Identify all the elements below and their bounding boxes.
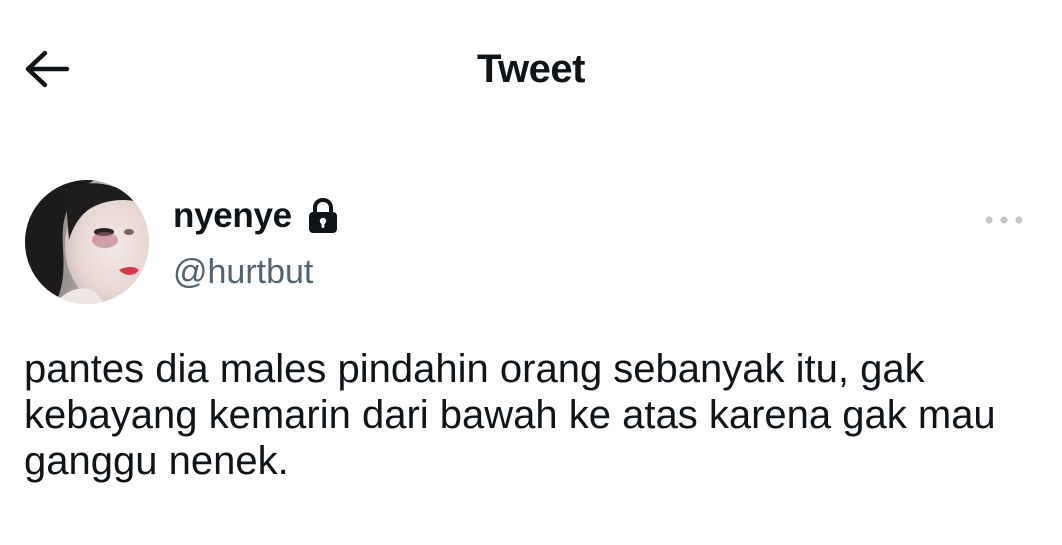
page-title: Tweet [477, 47, 585, 91]
avatar-image [25, 180, 149, 304]
display-name[interactable]: nyenye [173, 194, 292, 238]
more-options-button[interactable] [980, 208, 1028, 232]
top-bar: Tweet [0, 0, 1062, 140]
lock-icon [306, 197, 340, 235]
more-horizontal-icon [985, 216, 1023, 224]
tweet-text: pantes dia males pindahin orang sebanyak… [24, 347, 996, 483]
avatar[interactable] [25, 180, 149, 304]
author-name-row: nyenye [173, 192, 340, 240]
author-handle[interactable]: @hurtbut [173, 250, 313, 294]
